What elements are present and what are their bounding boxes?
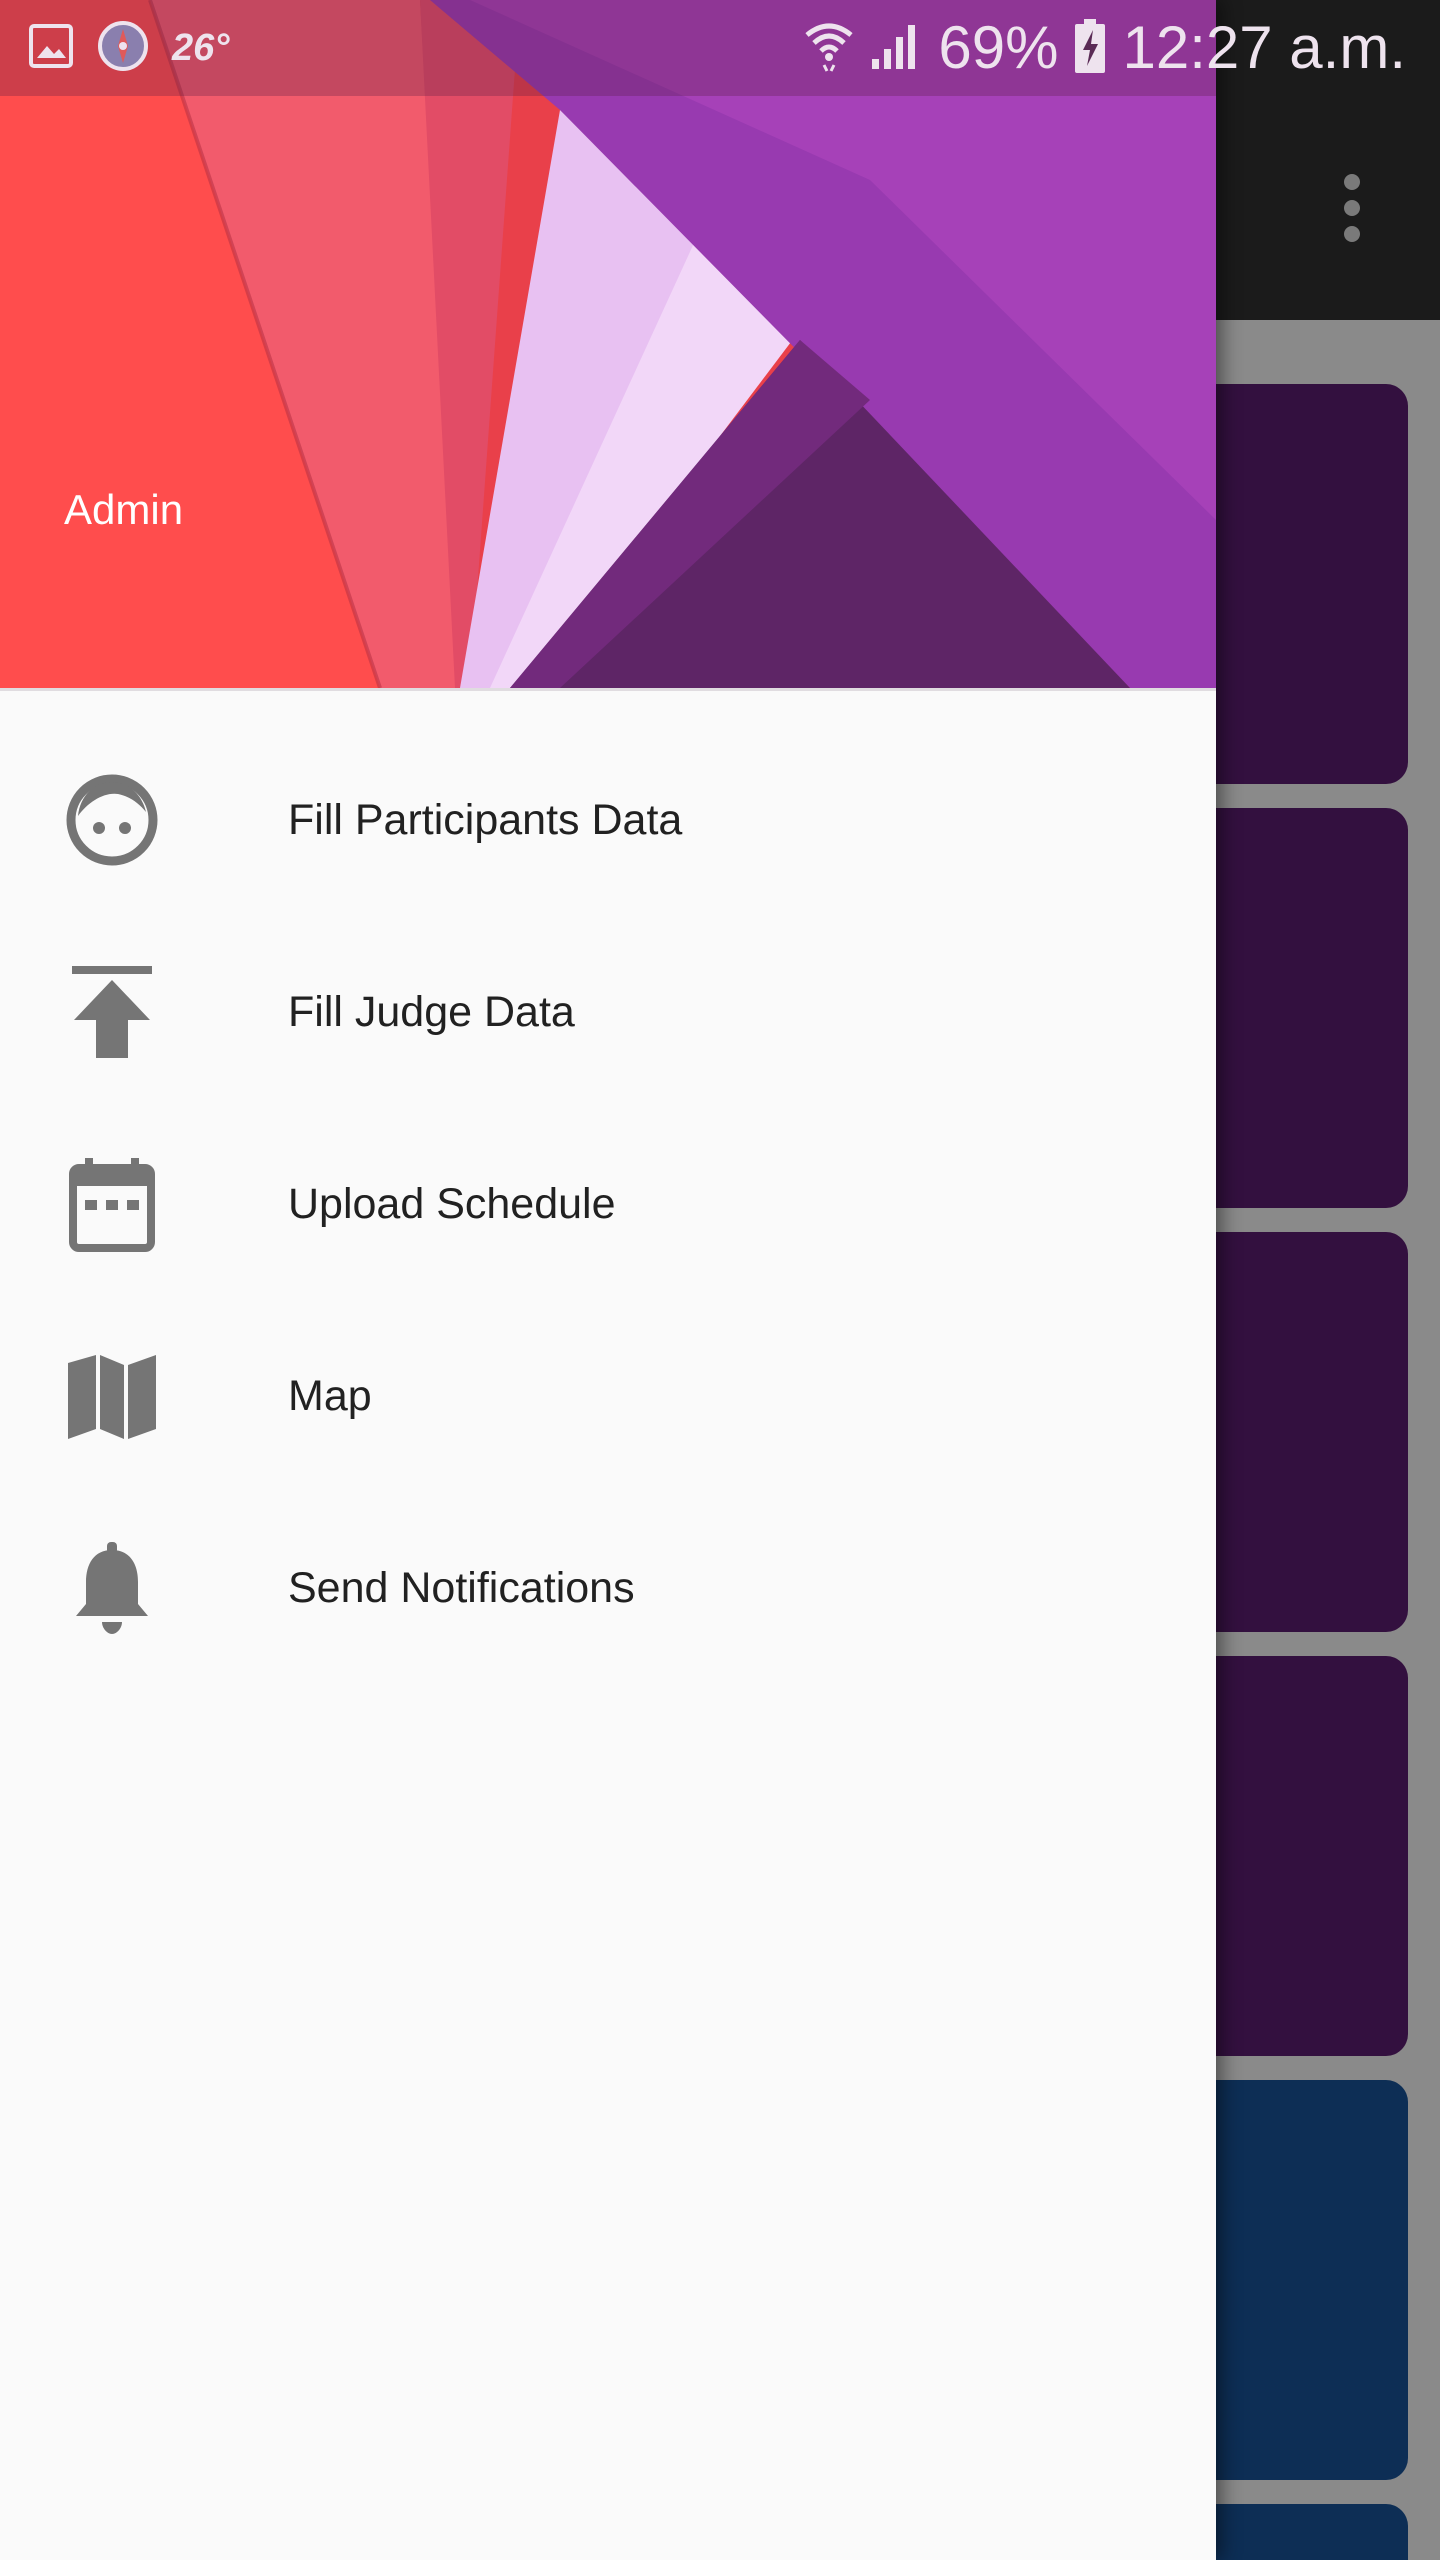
calendar-icon: [60, 1152, 164, 1256]
screen: 26° 69% 12:27 a.m. Admin Fill Participan…: [0, 0, 1440, 2560]
header-background-image: [0, 0, 1216, 688]
bell-icon: [60, 1536, 164, 1640]
drawer-item-label: Map: [288, 1371, 372, 1420]
drawer-menu: Fill Participants Data Fill Judge Data U…: [0, 724, 1216, 1684]
drawer-item-fill-judge-data[interactable]: Fill Judge Data: [0, 916, 1216, 1108]
temperature-text: 26°: [172, 26, 230, 69]
upload-icon: [60, 960, 164, 1064]
gallery-icon: [28, 23, 74, 74]
drawer-item-label: Upload Schedule: [288, 1179, 616, 1228]
signal-icon: [870, 21, 922, 76]
more-options-icon[interactable]: [1316, 160, 1388, 256]
drawer-item-upload-schedule[interactable]: Upload Schedule: [0, 1108, 1216, 1300]
compass-icon: [96, 19, 150, 78]
battery-percent: 69%: [938, 14, 1059, 81]
header-user-name: Admin: [64, 486, 184, 533]
drawer-item-label: Fill Participants Data: [288, 795, 683, 844]
drawer-item-map[interactable]: Map: [0, 1300, 1216, 1492]
wifi-icon: [804, 19, 854, 78]
battery-charging-icon: [1074, 18, 1106, 79]
drawer-header: Admin: [0, 0, 1216, 688]
clock-text: 12:27 a.m.: [1122, 14, 1406, 81]
drawer-item-send-notifications[interactable]: Send Notifications: [0, 1492, 1216, 1684]
face-icon: [60, 768, 164, 872]
header-divider: [0, 688, 1216, 691]
drawer-item-label: Fill Judge Data: [288, 987, 575, 1036]
drawer-item-label: Send Notifications: [288, 1563, 635, 1612]
status-bar: 26° 69% 12:27 a.m.: [0, 0, 1440, 96]
drawer-item-fill-participants-data[interactable]: Fill Participants Data: [0, 724, 1216, 916]
map-icon: [60, 1344, 164, 1448]
navigation-drawer[interactable]: Admin Fill Participants Data Fill Judge …: [0, 0, 1216, 2560]
